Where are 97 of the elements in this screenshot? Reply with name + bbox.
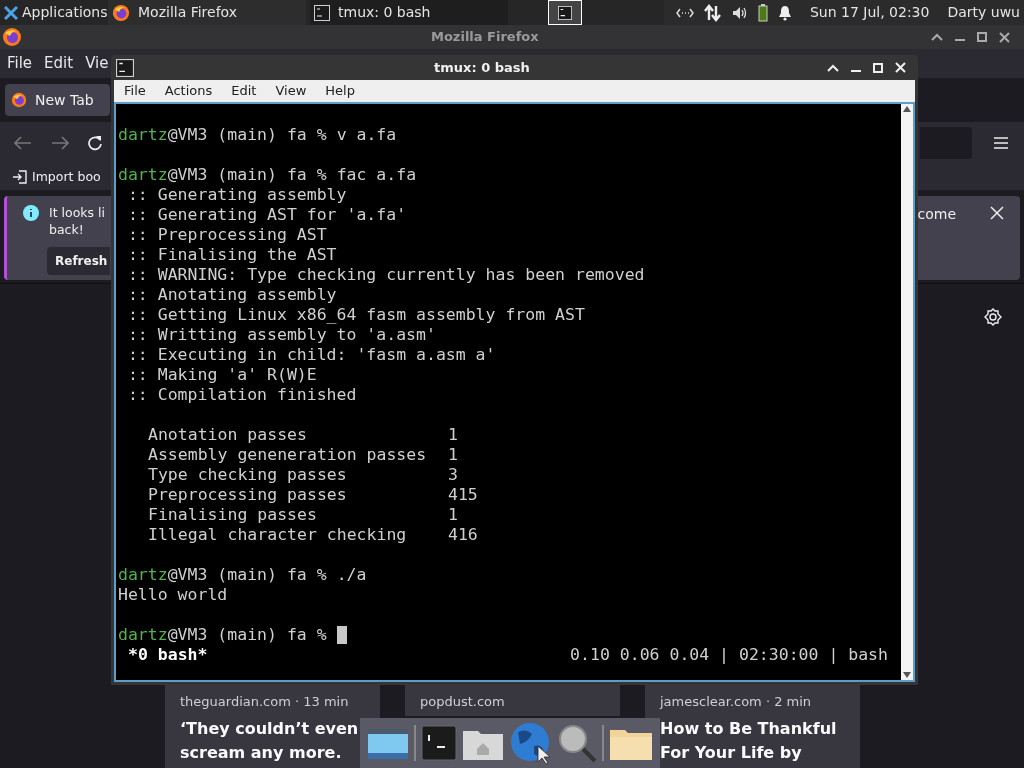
output-line: :: Anotating assembly (126, 285, 337, 304)
terminal-icon (116, 58, 134, 77)
close-icon[interactable] (999, 31, 1010, 43)
output-line: :: Generating assembly (126, 185, 347, 204)
terminal-icon (314, 4, 330, 21)
menu-item[interactable]: Edit (231, 81, 257, 101)
scroll-up-icon[interactable] (903, 106, 911, 112)
output-line: Hello world (118, 585, 228, 604)
menu-item[interactable]: Actions (164, 81, 213, 101)
story-source: jamesclear.com · 2 min (660, 693, 813, 711)
firefox-icon (112, 3, 130, 22)
bell-icon[interactable] (777, 4, 792, 21)
menu-icon[interactable] (994, 137, 1008, 149)
forward-arrow-icon[interactable] (51, 136, 69, 150)
menu-item[interactable]: File (7, 52, 33, 75)
maximize-icon[interactable] (977, 32, 987, 42)
back-arrow-icon[interactable] (14, 136, 32, 150)
user-name[interactable]: Darty uwu (947, 2, 1020, 23)
shade-icon[interactable] (931, 33, 943, 41)
taskbar-button[interactable]: Mozilla Firefox (108, 0, 306, 25)
settings-icon[interactable] (984, 308, 1002, 326)
stat-value: 1 (448, 425, 458, 445)
story-source: theguardian.com · 13 min (180, 693, 350, 711)
stat-value: 416 (448, 525, 478, 545)
prompt-path: @VM3 (main) fa % (167, 565, 327, 585)
menu-item[interactable]: View (275, 81, 307, 101)
prompt-path: @VM3 (main) fa % (167, 125, 327, 145)
menu-item[interactable]: File (124, 81, 146, 101)
stat-value: 1 (448, 445, 458, 465)
output-line: :: Compilation finished (126, 385, 357, 404)
transfer-arrows-icon[interactable] (703, 3, 722, 22)
window-title: tmux: 0 bash (434, 58, 530, 77)
firefox-icon (2, 27, 22, 47)
magnifier-icon[interactable] (556, 723, 597, 763)
output-line: :: Writting assembly to 'a.asm' (126, 325, 436, 344)
applications-menu[interactable]: Applications (22, 2, 108, 23)
output-line: :: WARNING: Type checking currently has been removed (126, 265, 645, 284)
menu-item[interactable]: Help (325, 81, 355, 101)
prompt-user: dartz (118, 565, 168, 585)
terminal-icon (558, 5, 572, 20)
stat-value: 1 (448, 505, 458, 525)
notification-text: back! (49, 221, 85, 238)
taskbar-button[interactable]: tmux: 0 bash (310, 0, 508, 25)
output-line: :: Preprocessing AST (126, 225, 327, 244)
story-headline: scream any more. (180, 741, 343, 764)
stat-label: Finalising passes (148, 505, 318, 525)
menu-item[interactable]: Edit (44, 52, 74, 75)
x-logo-icon[interactable] (4, 5, 18, 20)
prompt-user: dartz (118, 625, 168, 645)
prompt-path: @VM3 (main) fa % (167, 625, 327, 645)
stat-value: 415 (448, 485, 478, 505)
story-card[interactable]: popdust.com (405, 683, 620, 716)
prompt-path: @VM3 (main) fa % (167, 165, 327, 185)
battery-icon[interactable] (757, 3, 768, 22)
tmux-status: 0.10 0.06 0.04 | 02:30:00 | bash (570, 645, 888, 665)
volume-icon[interactable] (731, 5, 748, 20)
stat-label: Anotation passes (148, 425, 308, 445)
prompt-user: dartz (118, 125, 168, 145)
scrollbar[interactable] (901, 104, 913, 680)
stat-label: Assembly geneneration passes (148, 445, 428, 465)
prompt-user: dartz (118, 165, 168, 185)
notification-text: come (917, 205, 956, 224)
browser-tab[interactable]: New Tab (5, 84, 110, 116)
firefox-icon (11, 92, 27, 108)
story-headline: ‘They couldn’t even (180, 717, 360, 740)
output-line: :: Executing in child: 'fasm a.asm a' (126, 345, 496, 364)
output-line: :: Generating AST for 'a.fa' (126, 205, 407, 224)
scroll-down-icon[interactable] (903, 672, 911, 678)
output-line: :: Making 'a' R(W)E (126, 365, 317, 384)
command-text: fac a.fa (336, 165, 417, 185)
refresh-button[interactable]: Refresh (47, 247, 110, 275)
story-source: popdust.com (420, 693, 506, 711)
tmux-window-tab[interactable]: *0 bash* (128, 645, 208, 665)
command-text: ./a (336, 565, 367, 585)
notification-text: It looks li (49, 204, 106, 221)
stat-value: 3 (448, 465, 458, 485)
output-line: :: Getting Linux x86_64 fasm assembly from AST (126, 305, 585, 324)
menu-item[interactable]: Vie (85, 52, 109, 75)
stat-label: Illegal character checking (148, 525, 408, 545)
globe-icon[interactable] (509, 722, 552, 764)
story-card[interactable]: theguardian.com · 13 min ‘They couldn’t even scream any more. (165, 683, 380, 768)
stat-label: Preprocessing passes (148, 485, 348, 505)
reload-icon[interactable] (87, 135, 103, 151)
bookmark-item[interactable]: Import boo (32, 167, 101, 187)
workspace-pager[interactable] (548, 0, 582, 25)
story-headline: How to Be Thankful (660, 717, 838, 740)
info-icon (23, 205, 39, 221)
window-title: Mozilla Firefox (431, 28, 539, 47)
clock[interactable]: Sun 17 Jul, 02:30 (809, 2, 930, 23)
story-card[interactable]: jamesclear.com · 2 min How to Be Thankful For Your Life by (645, 683, 860, 768)
command-text: v a.fa (336, 125, 397, 145)
terminal-icon[interactable] (421, 725, 458, 761)
output-line: :: Finalising the AST (126, 245, 337, 264)
import-icon[interactable] (12, 170, 28, 184)
story-headline: For Your Life by (660, 741, 803, 764)
stat-label: Type checking passes (148, 465, 348, 485)
network-icon[interactable] (675, 7, 694, 18)
